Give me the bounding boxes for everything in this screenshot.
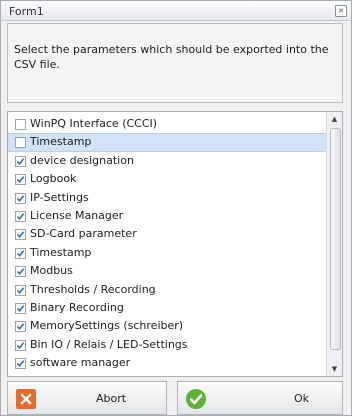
checkbox-checked[interactable] bbox=[15, 210, 26, 222]
list-item[interactable]: Bin IO / Relais / LED-Settings bbox=[8, 336, 326, 354]
scroll-down-icon[interactable]: ▼ bbox=[327, 362, 342, 376]
list-item[interactable]: Timestamp bbox=[8, 133, 326, 152]
description-text: Select the parameters which should be ex… bbox=[14, 43, 329, 71]
list-item-label: Thresholds / Recording bbox=[30, 282, 156, 296]
checkbox-checked[interactable] bbox=[15, 247, 26, 259]
title-bar: Form1 ✕ bbox=[1, 1, 351, 21]
checkbox-checked[interactable] bbox=[15, 155, 26, 167]
list-item-label: Timestamp bbox=[30, 245, 92, 259]
checkbox-checked[interactable] bbox=[15, 321, 26, 333]
list-item-label: device designation bbox=[30, 153, 134, 167]
list-item-label: Bin IO / Relais / LED-Settings bbox=[30, 337, 188, 351]
list-item-label: software manager bbox=[30, 356, 131, 370]
checkbox-checked[interactable] bbox=[15, 339, 26, 351]
abort-label: Abort bbox=[96, 392, 127, 405]
list-item-label: SD-Card parameter bbox=[30, 227, 137, 241]
checkbox-checked[interactable] bbox=[15, 302, 26, 314]
list-item[interactable]: IP-Settings bbox=[8, 189, 326, 207]
checkbox-checked[interactable] bbox=[15, 192, 26, 204]
window-title: Form1 bbox=[9, 5, 44, 18]
list-item[interactable]: MemorySettings (schreiber) bbox=[8, 317, 326, 335]
list-item[interactable]: WinPQ Interface (CCCI) bbox=[8, 115, 326, 133]
list-item-label: WinPQ Interface (CCCI) bbox=[30, 117, 158, 130]
checkbox-checked[interactable] bbox=[15, 266, 26, 278]
list-item-label: MemorySettings (schreiber) bbox=[30, 319, 184, 333]
list-item[interactable]: Logbook bbox=[8, 170, 326, 188]
list-item-label: Binary Recording bbox=[30, 300, 124, 314]
list-item[interactable]: Modbus bbox=[8, 262, 326, 280]
list-item-label: Timestamp bbox=[30, 135, 92, 149]
scroll-up-icon[interactable]: ▲ bbox=[327, 112, 342, 126]
list-item-label: Modbus bbox=[30, 264, 73, 278]
list-item[interactable]: SD-Card parameter bbox=[8, 225, 326, 243]
checkbox-unchecked[interactable] bbox=[15, 137, 26, 149]
checkbox-checked[interactable] bbox=[15, 229, 26, 241]
ok-label: Ok bbox=[294, 392, 310, 405]
ok-check-icon bbox=[186, 389, 206, 409]
description-box: Select the parameters which should be ex… bbox=[7, 23, 343, 103]
list-item[interactable]: software manager bbox=[8, 354, 326, 372]
list-item[interactable]: Timestamp bbox=[8, 244, 326, 262]
scrollbar-thumb[interactable] bbox=[330, 128, 341, 350]
ok-button[interactable]: Ok bbox=[177, 381, 343, 415]
close-icon[interactable]: ✕ bbox=[335, 5, 347, 17]
list-item[interactable]: License Manager bbox=[8, 207, 326, 225]
checkbox-unchecked[interactable] bbox=[15, 119, 26, 130]
abort-button[interactable]: Abort bbox=[7, 381, 167, 415]
parameter-items: WinPQ Interface (CCCI) Timestamp device de… bbox=[8, 115, 326, 372]
abort-x-icon bbox=[16, 389, 36, 409]
list-item-label: Logbook bbox=[30, 172, 77, 186]
list-item-label: License Manager bbox=[30, 208, 124, 222]
parameter-list: WinPQ Interface (CCCI) Timestamp device de… bbox=[7, 111, 343, 377]
list-item-label: IP-Settings bbox=[30, 190, 89, 204]
list-item[interactable]: Thresholds / Recording bbox=[8, 281, 326, 299]
checkbox-checked[interactable] bbox=[15, 284, 26, 296]
list-item[interactable]: Binary Recording bbox=[8, 299, 326, 317]
list-item[interactable]: device designation bbox=[8, 152, 326, 170]
vertical-scrollbar[interactable]: ▲ ▼ bbox=[326, 112, 342, 376]
checkbox-checked[interactable] bbox=[15, 358, 26, 370]
form-window: Form1 ✕ Select the parameters which shou… bbox=[0, 0, 352, 416]
checkbox-checked[interactable] bbox=[15, 174, 26, 186]
